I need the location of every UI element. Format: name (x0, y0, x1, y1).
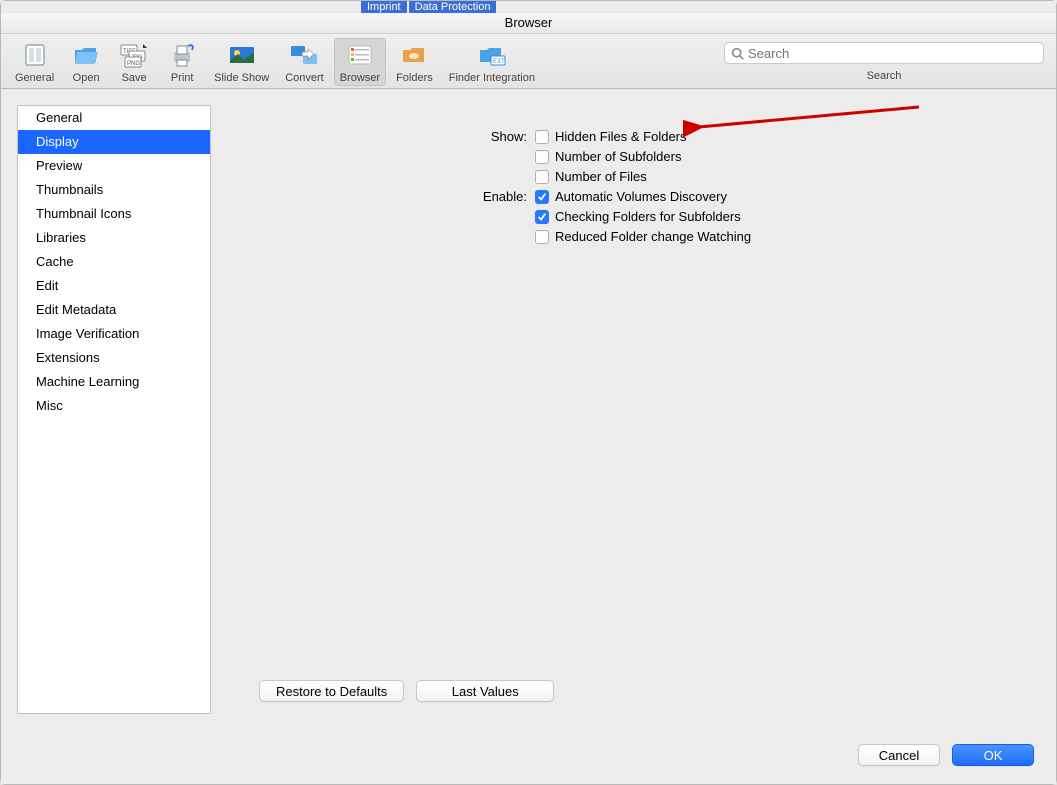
background-tab: Data Protection (409, 1, 497, 13)
toolbar-item-label: Open (73, 72, 100, 84)
toolbar-item-finder[interactable]: EXT Finder Integration (443, 38, 541, 86)
checkbox-box[interactable] (535, 170, 549, 184)
settings-row: Enable: Automatic Volumes Discovery (245, 189, 1016, 204)
settings-row: Number of Files (245, 169, 1016, 184)
sidebar-item-display[interactable]: Display (18, 130, 210, 154)
checkbox-label: Number of Files (555, 169, 647, 184)
settings-group-label: Enable: (245, 189, 535, 204)
checkbox-reduced-folder-change-watching[interactable]: Reduced Folder change Watching (535, 229, 751, 244)
sidebar-item-general[interactable]: General (18, 106, 210, 130)
sidebar-item-preview[interactable]: Preview (18, 154, 210, 178)
checkbox-box[interactable] (535, 210, 549, 224)
ok-button[interactable]: OK (952, 744, 1034, 766)
toolbar-item-slideshow[interactable]: Slide Show (208, 38, 275, 86)
cancel-button[interactable]: Cancel (858, 744, 940, 766)
folder-open-icon (70, 40, 102, 70)
sidebar-item-machine-learning[interactable]: Machine Learning (18, 370, 210, 394)
sidebar-item-edit[interactable]: Edit (18, 274, 210, 298)
window-title: Browser (1, 13, 1056, 34)
svg-text:PNG: PNG (127, 61, 140, 67)
file-types-icon: TIFFJPGPNG (118, 40, 150, 70)
checkbox-automatic-volumes-discovery[interactable]: Automatic Volumes Discovery (535, 189, 727, 204)
background-tab-strip: Imprint Data Protection (1, 1, 1056, 13)
toolbar-item-convert[interactable]: Convert (279, 38, 330, 86)
checkbox-label: Checking Folders for Subfolders (555, 209, 741, 224)
sidebar-item-misc[interactable]: Misc (18, 394, 210, 418)
checkbox-label: Automatic Volumes Discovery (555, 189, 727, 204)
toolbar-search-field[interactable] (724, 42, 1044, 64)
finder-ext-icon: EXT (476, 40, 508, 70)
toolbar-search-input[interactable] (748, 46, 1037, 61)
settings-row: Show: Hidden Files & Folders (245, 129, 1016, 144)
checkbox-box[interactable] (535, 150, 549, 164)
toolbar-item-label: Print (171, 72, 194, 84)
toolbar-search-label: Search (867, 70, 902, 82)
toolbar-item-label: Folders (396, 72, 433, 84)
checkbox-box[interactable] (535, 190, 549, 204)
sidebar-item-edit-metadata[interactable]: Edit Metadata (18, 298, 210, 322)
checkbox-label: Number of Subfolders (555, 149, 681, 164)
checkbox-checking-folders-for-subfolders[interactable]: Checking Folders for Subfolders (535, 209, 741, 224)
sidebar-item-thumbnail-icons[interactable]: Thumbnail Icons (18, 202, 210, 226)
toolbar-item-label: Finder Integration (449, 72, 535, 84)
svg-text:EXT: EXT (493, 59, 505, 65)
checkbox-number-of-files[interactable]: Number of Files (535, 169, 647, 184)
prefs-icon (19, 40, 51, 70)
toolbar-item-folders[interactable]: Folders (390, 38, 439, 86)
printer-icon (166, 40, 198, 70)
preferences-window: Imprint Data Protection Browser General O… (0, 0, 1057, 785)
toolbar-item-save[interactable]: TIFFJPGPNG Save (112, 38, 156, 86)
toolbar-item-general[interactable]: General (9, 38, 60, 86)
sidebar-item-libraries[interactable]: Libraries (18, 226, 210, 250)
dialog-footer: Cancel OK (1, 730, 1056, 784)
search-icon (731, 47, 744, 60)
settings-group-label: Show: (245, 129, 535, 144)
settings-row: Number of Subfolders (245, 149, 1016, 164)
checkbox-hidden-files-folders[interactable]: Hidden Files & Folders (535, 129, 687, 144)
restore-defaults-button[interactable]: Restore to Defaults (259, 680, 404, 702)
sidebar-item-image-verification[interactable]: Image Verification (18, 322, 210, 346)
settings-row: Checking Folders for Subfolders (245, 209, 1016, 224)
checkbox-label: Hidden Files & Folders (555, 129, 687, 144)
background-tab: Imprint (361, 1, 407, 13)
toolbar-item-label: General (15, 72, 54, 84)
settings-panel: Show: Hidden Files & Folders Number of Sub… (221, 105, 1040, 714)
settings-row: Reduced Folder change Watching (245, 229, 1016, 244)
checkbox-box[interactable] (535, 130, 549, 144)
settings-sidebar: GeneralDisplayPreviewThumbnailsThumbnail… (17, 105, 211, 714)
list-icon (344, 40, 376, 70)
last-values-button[interactable]: Last Values (416, 680, 554, 702)
toolbar: General Open TIFFJPGPNG Save Print Slide Show… (1, 34, 1056, 89)
checkbox-number-of-subfolders[interactable]: Number of Subfolders (535, 149, 681, 164)
sidebar-item-cache[interactable]: Cache (18, 250, 210, 274)
toolbar-item-label: Save (122, 72, 147, 84)
toolbar-item-open[interactable]: Open (64, 38, 108, 86)
toolbar-item-label: Slide Show (214, 72, 269, 84)
sidebar-item-thumbnails[interactable]: Thumbnails (18, 178, 210, 202)
toolbar-item-label: Browser (340, 72, 380, 84)
checkbox-box[interactable] (535, 230, 549, 244)
slideshow-icon (226, 40, 258, 70)
convert-icon (288, 40, 320, 70)
content-area: GeneralDisplayPreviewThumbnailsThumbnail… (1, 89, 1056, 730)
toolbar-item-label: Convert (285, 72, 324, 84)
toolbar-item-print[interactable]: Print (160, 38, 204, 86)
folder-icon (398, 40, 430, 70)
checkbox-label: Reduced Folder change Watching (555, 229, 751, 244)
toolbar-item-browser[interactable]: Browser (334, 38, 386, 86)
sidebar-item-extensions[interactable]: Extensions (18, 346, 210, 370)
